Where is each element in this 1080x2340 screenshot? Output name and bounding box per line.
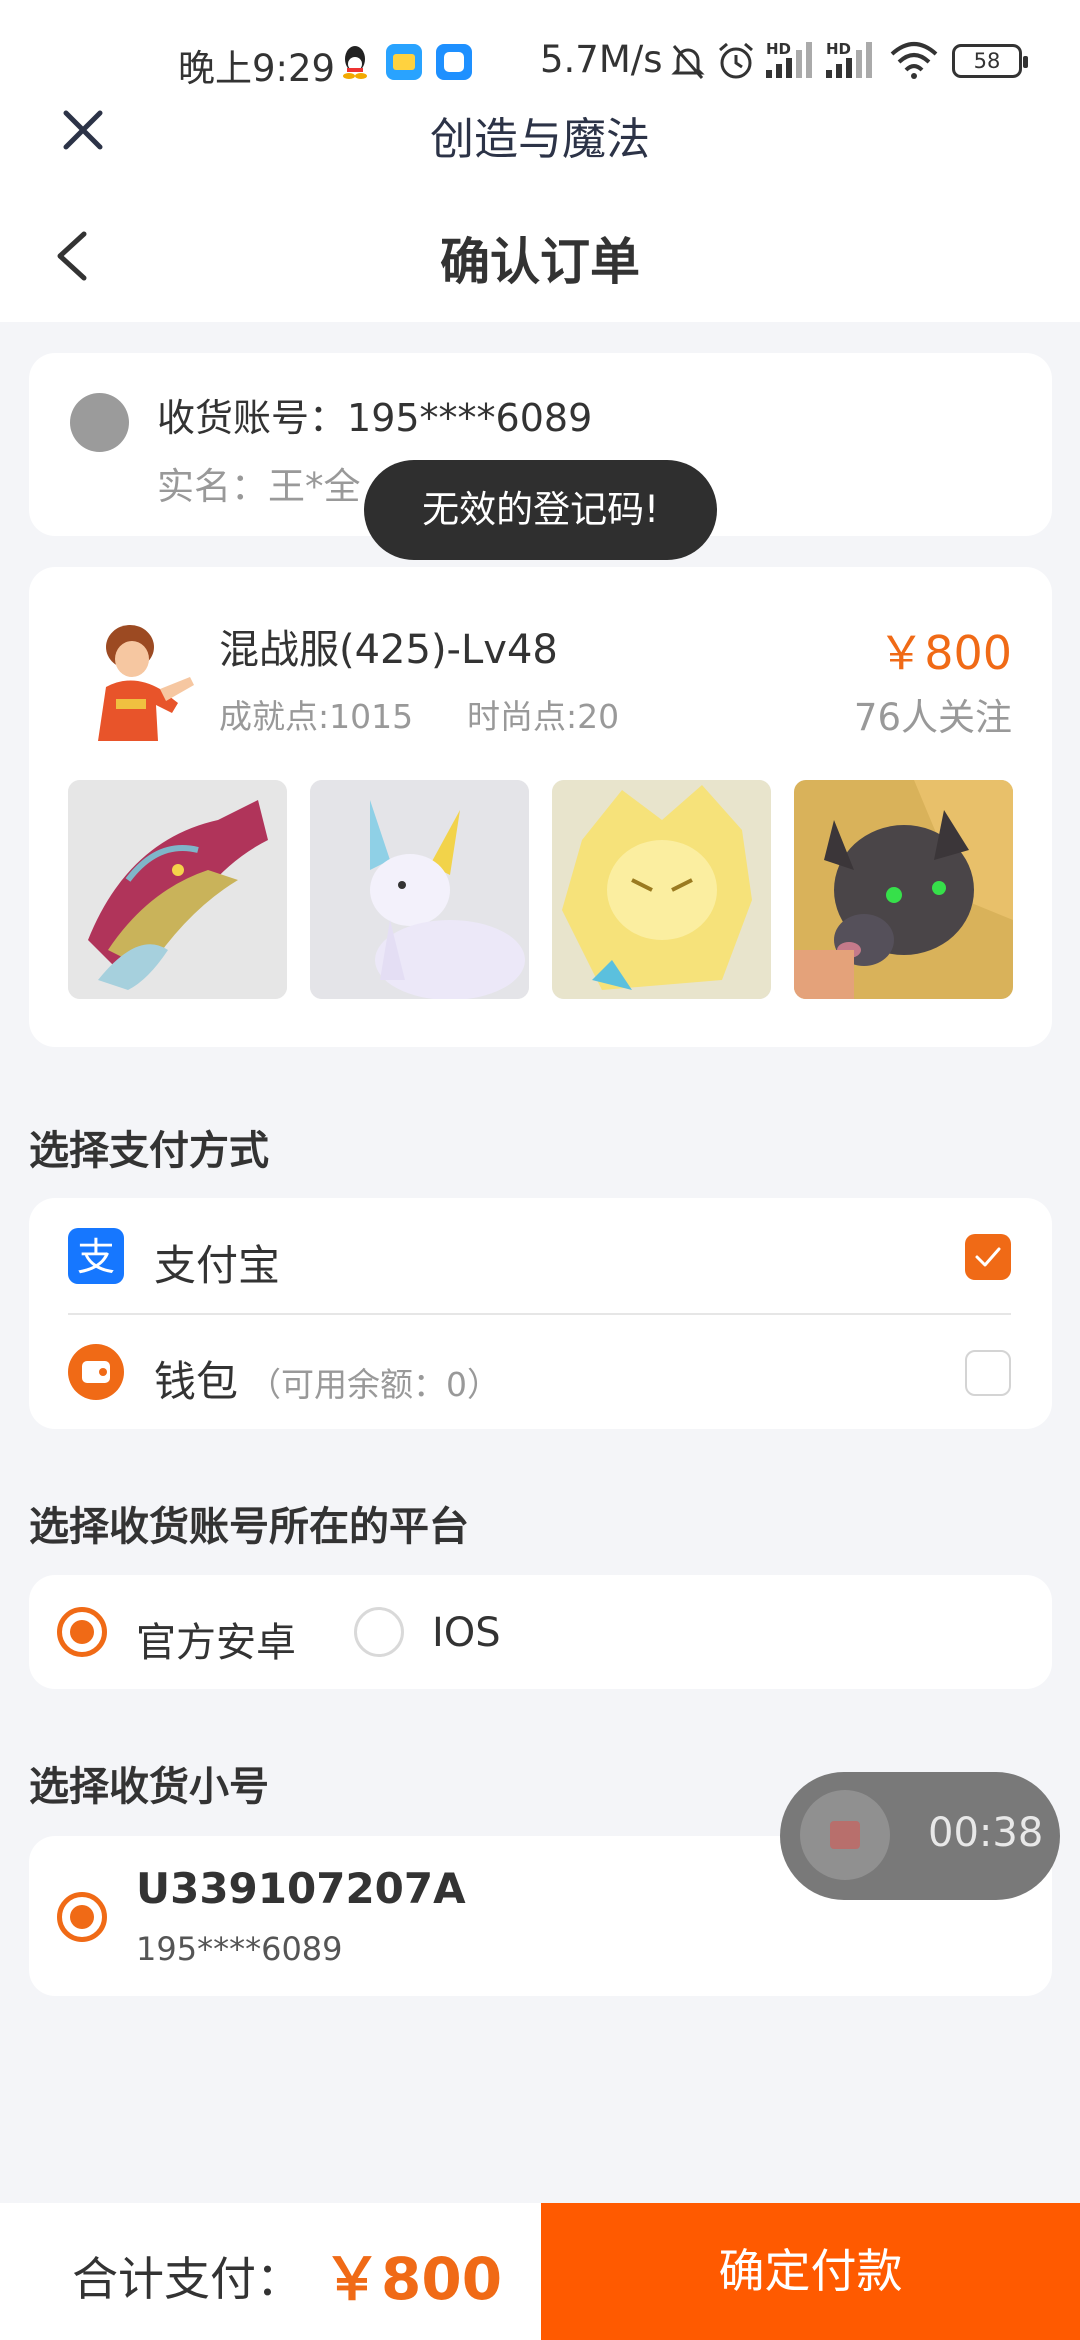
alipay-checkbox[interactable] bbox=[965, 1234, 1011, 1280]
wallet-label: 钱包 bbox=[154, 1357, 239, 1406]
hd-label-1: HD bbox=[766, 40, 792, 58]
account-phone: 195****6089 bbox=[347, 396, 593, 440]
payment-section-title: 选择支付方式 bbox=[29, 1128, 269, 1174]
account-label: 收货账号： bbox=[157, 396, 348, 440]
stop-icon bbox=[830, 1821, 860, 1849]
real-name-label: 实名： bbox=[157, 465, 268, 508]
sub-account-phone: 195****6089 bbox=[136, 1930, 343, 1968]
error-toast: 无效的登记码! bbox=[364, 460, 717, 560]
platform-android-radio[interactable] bbox=[57, 1607, 107, 1657]
platform-ios-label[interactable]: IOS bbox=[432, 1610, 501, 1656]
wallet-checkbox[interactable] bbox=[965, 1350, 1011, 1396]
mini-program-title: 创造与魔法 bbox=[430, 114, 650, 165]
fashion-points: 时尚点:20 bbox=[467, 697, 620, 736]
real-name: 王*全 bbox=[268, 465, 361, 508]
product-name: 混战服(425)-Lv48 bbox=[219, 627, 558, 673]
sub-account-section-title: 选择收货小号 bbox=[29, 1764, 269, 1810]
achievement-points: 成就点:1015 bbox=[219, 697, 414, 736]
alarm-icon bbox=[716, 40, 756, 86]
wallet-icon bbox=[68, 1344, 124, 1400]
qq-icon bbox=[341, 44, 369, 80]
wallet-app-icon bbox=[386, 44, 422, 80]
hd-label-2: HD bbox=[826, 40, 852, 58]
signal-icon-1: HD bbox=[766, 40, 818, 84]
pet-thumbnail-dark-wolf[interactable] bbox=[794, 780, 1013, 999]
confirm-payment-button[interactable]: 确定付款 bbox=[541, 2203, 1080, 2340]
payment-option-wallet[interactable]: 钱包 （可用余额：0） bbox=[154, 1348, 500, 1409]
account-phone-row: 收货账号：195****6089 bbox=[157, 387, 592, 442]
follower-count: 76人关注 bbox=[853, 696, 1012, 739]
total-label: 合计支付： bbox=[72, 2252, 302, 2306]
sub-account-id: U339107207A bbox=[136, 1864, 466, 1913]
wifi-icon bbox=[890, 40, 938, 84]
page-title: 确认订单 bbox=[440, 233, 640, 291]
battery-icon: 58 bbox=[952, 44, 1028, 78]
pet-thumbnail-white-fox[interactable] bbox=[310, 780, 529, 999]
platform-ios-radio[interactable] bbox=[354, 1607, 404, 1657]
payment-option-alipay-label[interactable]: 支付宝 bbox=[154, 1232, 280, 1293]
svg-text:支: 支 bbox=[77, 1235, 115, 1279]
net-speed: 5.7M/s bbox=[540, 38, 663, 81]
total-amount: ￥800 bbox=[323, 2245, 503, 2313]
platform-android-label[interactable]: 官方安卓 bbox=[136, 1610, 296, 1668]
account-avatar bbox=[70, 393, 129, 452]
signal-icon-2: HD bbox=[826, 40, 878, 84]
mute-icon bbox=[670, 42, 706, 86]
recording-timer: 00:38 bbox=[928, 1810, 1044, 1856]
platform-section-title: 选择收货账号所在的平台 bbox=[29, 1504, 469, 1550]
wallet-balance-note: （可用余额：0） bbox=[248, 1365, 501, 1404]
payment-divider bbox=[68, 1313, 1011, 1315]
product-price: ￥800 bbox=[878, 626, 1012, 680]
pet-thumbnail-dragon[interactable] bbox=[68, 780, 287, 999]
alipay-icon: 支 bbox=[68, 1228, 124, 1284]
account-name-row: 实名：王*全 bbox=[157, 456, 361, 510]
status-time: 晚上9:29 bbox=[178, 47, 336, 90]
character-avatar bbox=[68, 607, 202, 741]
pet-thumbnail-golden-lion[interactable] bbox=[552, 780, 771, 999]
sub-account-radio[interactable] bbox=[57, 1892, 107, 1942]
battery-level: 58 bbox=[973, 49, 1001, 73]
chat-app-icon bbox=[436, 44, 472, 80]
